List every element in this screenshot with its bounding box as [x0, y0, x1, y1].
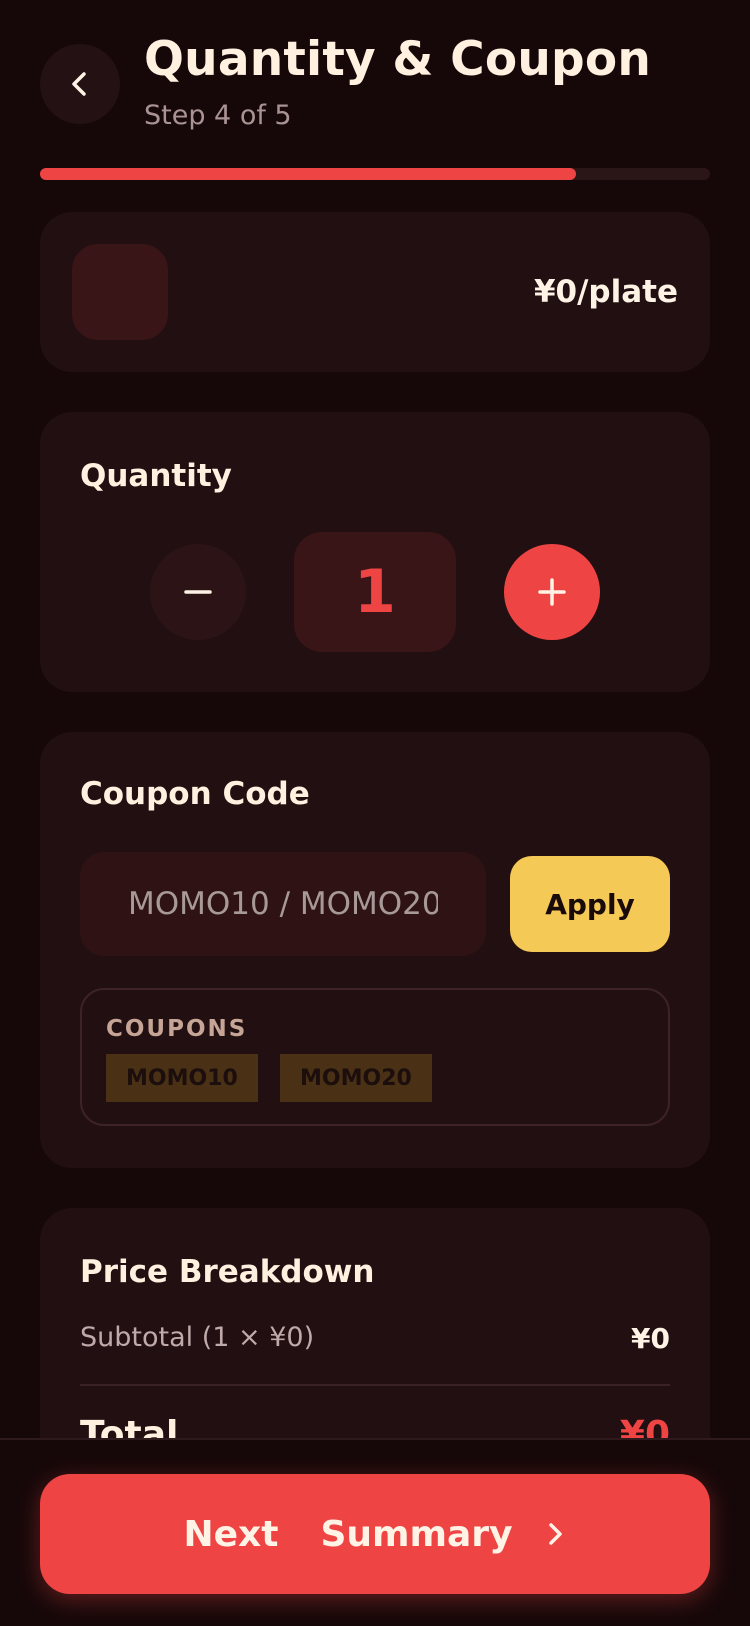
- back-button[interactable]: [40, 44, 120, 124]
- quantity-card: Quantity 1: [40, 412, 710, 692]
- product-thumbnail: [72, 244, 168, 340]
- coupon-chip-momo20[interactable]: MOMO20: [280, 1054, 432, 1102]
- subtotal-label: Subtotal (1 × ¥0): [80, 1322, 315, 1353]
- coupon-heading: Coupon Code: [80, 776, 310, 812]
- progress-bar: [40, 168, 710, 180]
- available-coupons: COUPONS MOMO10 MOMO20: [80, 988, 670, 1126]
- divider: [80, 1384, 670, 1386]
- increase-quantity-button[interactable]: [504, 544, 600, 640]
- decrease-quantity-button[interactable]: [150, 544, 246, 640]
- next-label: Next: [183, 1513, 279, 1555]
- coupons-label: COUPONS: [106, 1016, 248, 1042]
- quantity-heading: Quantity: [80, 458, 232, 494]
- header: Quantity & Coupon Step 4 of 5: [0, 0, 750, 200]
- price-breakdown-heading: Price Breakdown: [80, 1254, 375, 1290]
- next-target-label: Summary: [320, 1513, 513, 1555]
- bottom-bar: Next Summary: [0, 1438, 750, 1626]
- chevron-right-icon: [543, 1519, 567, 1549]
- apply-coupon-button[interactable]: Apply: [510, 856, 670, 952]
- plus-icon: [538, 578, 566, 606]
- product-price: ¥0/plate: [533, 274, 678, 310]
- product-card: ¥0/plate: [40, 212, 710, 372]
- page-title: Quantity & Coupon: [144, 32, 652, 87]
- progress-fill: [40, 168, 576, 180]
- minus-icon: [184, 590, 212, 594]
- coupon-chip-momo10[interactable]: MOMO10: [106, 1054, 258, 1102]
- quantity-value: 1: [294, 532, 456, 652]
- step-indicator: Step 4 of 5: [144, 100, 292, 131]
- coupon-input[interactable]: [80, 852, 486, 956]
- chevron-left-icon: [72, 72, 86, 96]
- next-button[interactable]: Next Summary: [40, 1474, 710, 1594]
- coupon-card: Coupon Code Apply COUPONS MOMO10 MOMO20: [40, 732, 710, 1168]
- subtotal-value: ¥0: [631, 1322, 670, 1355]
